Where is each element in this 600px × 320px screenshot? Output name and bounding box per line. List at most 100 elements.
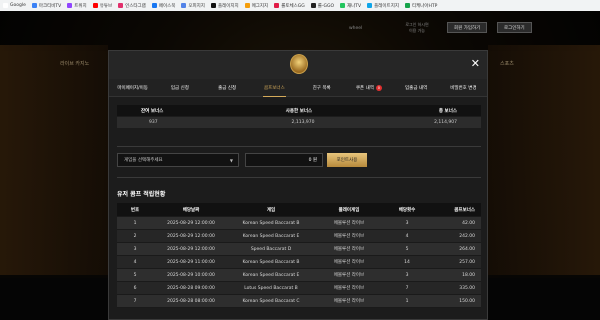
cell-number: 5 — [133, 272, 137, 278]
cell-number: 3 — [133, 246, 137, 252]
comp-bonus-modal: ✕ 마이페이지/이동 입금 신청 출금 신청 콤프보너스 친구 목록 쿠폰 내역 0 입출금 … — [108, 50, 488, 320]
table-row: 6 2025-08-28 09:00:00 Lotus Speed Baccarat… — [117, 282, 481, 295]
tab-6[interactable]: 입출금 내역 — [393, 79, 440, 97]
cell-count: 7 — [405, 285, 409, 291]
used-bonus-value: 2,113,970 — [291, 120, 315, 125]
tab-label: 쿠폰 내역 — [355, 85, 374, 91]
cell-game: Lotus Speed Baccarat B — [244, 285, 298, 291]
cell-play-game: 에볼루션 라이브 — [333, 286, 365, 291]
col-game: 게임 — [266, 207, 276, 213]
cell-number: 6 — [133, 285, 137, 291]
bookmark-favicon-icon — [340, 3, 346, 8]
background-join-button[interactable]: 회원 가입하기 — [447, 22, 488, 33]
col-count: 배당횟수 — [398, 207, 416, 213]
tab-4[interactable]: 친구 목록 — [298, 79, 345, 97]
bookmark-label: 롤토체스GG — [281, 3, 305, 9]
bookmark-item[interactable]: 티케나아HTP — [404, 3, 437, 9]
tab-label: 친구 목록 — [312, 85, 331, 91]
col-comp-bonus: 콤프보너스 — [454, 207, 475, 213]
bookmark-item[interactable]: 플레이트지지 — [367, 3, 399, 9]
use-points-button[interactable]: 포인트사용 — [327, 153, 367, 167]
cell-comp-bonus: 335.00 — [459, 285, 475, 291]
bookmark-item[interactable]: Google — [3, 3, 26, 8]
bookmark-label: 롤-GGO — [317, 3, 335, 9]
background-nav-sports[interactable]: 스포츠 — [500, 60, 514, 67]
cell-comp-bonus: 42.00 — [462, 220, 475, 226]
bookmark-item[interactable]: 메그지지 — [244, 3, 268, 9]
background-left-art — [0, 45, 108, 275]
tab-7[interactable]: 비밀번호 변경 — [440, 79, 487, 97]
remaining-bonus-value: 937 — [149, 120, 158, 125]
total-bonus-label: 총 보너스 — [438, 108, 457, 114]
cell-date: 2025-08-28 08:00:00 — [167, 298, 215, 304]
background-login-button[interactable]: 로그인하기 — [497, 22, 532, 33]
game-select[interactable]: 게임을 선택해주세요 ▼ — [117, 153, 239, 167]
tab-1[interactable]: 입금 신청 — [156, 79, 203, 97]
bookmark-label: 오피지지 — [188, 3, 205, 9]
divider — [117, 177, 481, 178]
cell-comp-bonus: 18.00 — [462, 272, 475, 278]
cell-count: 4 — [405, 233, 409, 239]
bookmark-favicon-icon — [151, 3, 157, 8]
amount-input[interactable]: 0 원 — [245, 153, 323, 167]
bookmark-favicon-icon — [404, 3, 410, 8]
site-logo-icon — [290, 54, 308, 74]
cell-game: Speed Baccarat D — [250, 246, 292, 252]
cell-number: 1 — [133, 220, 137, 226]
tab-3[interactable]: 콤프보너스 — [251, 79, 298, 97]
bookmark-favicon-icon — [181, 3, 187, 8]
cell-game: Korean Speed Baccarat E — [242, 233, 300, 239]
cell-play-game: 에볼루션 라이브 — [333, 234, 365, 239]
cell-comp-bonus: 150.00 — [459, 298, 475, 304]
cell-date: 2025-08-29 10:00:00 — [167, 272, 215, 278]
table-row: 2 2025-08-29 12:00:00 Korean Speed Baccara… — [117, 230, 481, 243]
cell-date: 2025-08-28 09:00:00 — [167, 285, 215, 291]
bookmark-item[interactable]: 인스타그램 — [118, 3, 146, 9]
bookmark-item[interactable]: 재나TV — [340, 3, 361, 9]
bookmark-item[interactable]: 페이스북 — [151, 3, 175, 9]
tab-label: 콤프보너스 — [264, 85, 285, 91]
game-select-placeholder: 게임을 선택해주세요 — [124, 158, 163, 163]
tab-label: 출금 신청 — [218, 85, 237, 91]
cell-number: 7 — [133, 298, 137, 304]
background-header-text: wheel — [349, 26, 363, 31]
bookmark-label: 재나TV — [347, 3, 362, 9]
bookmark-label: 마크티비TV — [38, 3, 62, 9]
chevron-down-icon: ▼ — [229, 158, 233, 163]
bookmark-favicon-icon — [118, 3, 124, 8]
bookmark-item[interactable]: 유튜브 — [92, 3, 112, 9]
cell-date: 2025-08-29 11:00:00 — [167, 259, 215, 265]
bookmark-favicon-icon — [244, 3, 250, 8]
close-icon[interactable]: ✕ — [471, 57, 480, 70]
bookmark-label: 플레이지지 — [217, 3, 239, 9]
tab-5[interactable]: 쿠폰 내역 0 — [345, 79, 392, 97]
divider — [117, 146, 481, 147]
bookmark-item[interactable]: 롤-GGO — [310, 3, 335, 9]
bookmark-favicon-icon — [67, 3, 73, 8]
cell-count: 14 — [404, 259, 410, 265]
bookmark-favicon-icon — [31, 3, 37, 8]
table-header: 번호 배당날짜 게임 플레이게임 배당횟수 콤프보너스 — [117, 203, 481, 217]
cell-game: Korean Speed Baccarat C — [242, 298, 300, 304]
background-right-art — [488, 45, 600, 275]
bookmark-favicon-icon — [92, 3, 98, 8]
bookmark-label: 플레이트지지 — [374, 3, 399, 9]
table-row: 5 2025-08-29 10:00:00 Korean Speed Baccara… — [117, 269, 481, 282]
bookmark-favicon-icon — [274, 3, 280, 8]
total-bonus-value: 2,114,907 — [434, 120, 458, 125]
bookmark-item[interactable]: 플레이지지 — [210, 3, 239, 9]
background-header-note: 로그인 하시면 이용 가능 — [405, 22, 429, 33]
cell-count: 5 — [405, 246, 409, 252]
bookmark-favicon-icon — [310, 3, 316, 8]
tab-0[interactable]: 마이페이지/이동 — [109, 79, 156, 97]
cell-comp-bonus: 264.00 — [459, 246, 475, 252]
bookmark-item[interactable]: 마크티비TV — [31, 3, 62, 9]
background-nav-casino[interactable]: 라이브 카지노 — [60, 60, 89, 67]
bookmark-item[interactable]: 롤토체스GG — [274, 3, 305, 9]
tab-2[interactable]: 출금 신청 — [204, 79, 251, 97]
bookmarks-bar: Google 마크티비TV 트위치 유튜브 인스타그램 페이스북 오피지지 플레이지지 메그지지… — [0, 0, 600, 11]
bonus-summary: 잔여 보너스 사용한 보너스 총 보너스 937 2,113,970 2,114… — [117, 105, 481, 128]
bookmark-item[interactable]: 오피지지 — [181, 3, 205, 9]
cell-count: 3 — [405, 220, 409, 226]
bookmark-item[interactable]: 트위치 — [67, 3, 87, 9]
